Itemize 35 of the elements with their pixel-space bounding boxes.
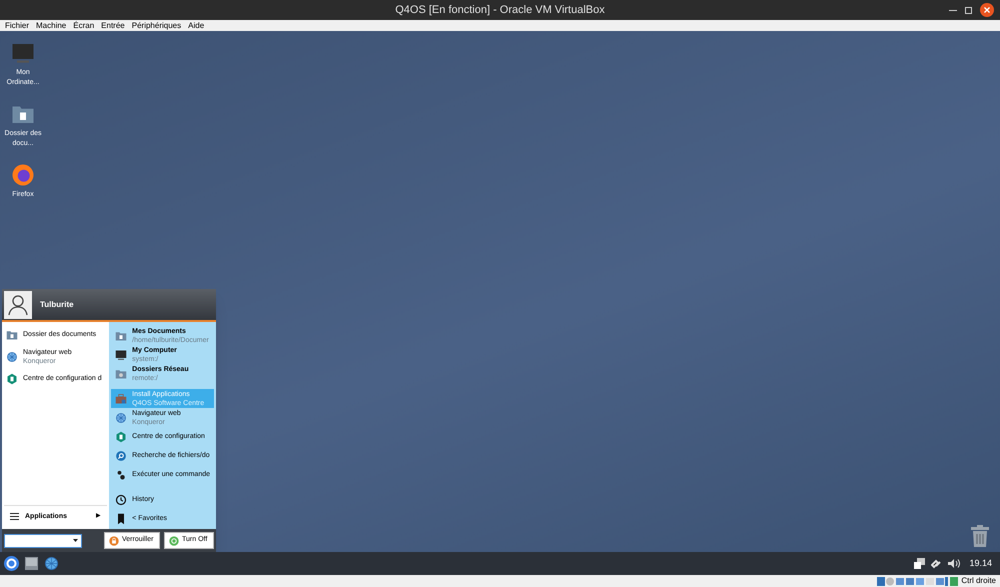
trash-icon[interactable]	[970, 525, 990, 547]
status-indicators-icon	[877, 576, 960, 586]
folder-icon	[115, 330, 128, 342]
menu-item[interactable]: Entrée	[101, 20, 125, 32]
menu-item[interactable]: Écran	[73, 20, 94, 32]
history-icon	[115, 494, 128, 506]
window-title: Q4OS [En fonction] - Oracle VM VirtualBox	[395, 2, 605, 18]
monitor-icon	[115, 348, 128, 360]
host-key-label: Ctrl droite	[961, 575, 996, 587]
search-combo-box[interactable]	[4, 534, 82, 548]
clock[interactable]: 19.14	[966, 556, 996, 570]
menu-item[interactable]: Fichier	[5, 20, 30, 32]
firefox-icon[interactable]	[11, 163, 35, 187]
volume-icon[interactable]	[948, 558, 960, 569]
power-icon	[169, 536, 179, 546]
user-avatar-icon	[4, 290, 32, 318]
config-icon	[6, 372, 18, 384]
globe-icon	[6, 350, 18, 362]
search-icon	[115, 450, 128, 462]
dropdown-caret-icon[interactable]	[73, 539, 78, 542]
menu-item[interactable]: Périphériques	[132, 20, 182, 32]
close-icon[interactable]	[980, 3, 994, 17]
start-button-icon[interactable]	[4, 556, 19, 571]
lock-icon	[109, 536, 119, 546]
user-name: Tulburite	[40, 298, 74, 310]
globe-icon	[115, 412, 128, 424]
folder-icon	[6, 328, 18, 340]
menu-item[interactable]: Aide	[188, 20, 204, 32]
windows-tray-icon[interactable]	[914, 558, 926, 569]
config-icon	[115, 430, 128, 442]
globe-icon[interactable]	[44, 556, 59, 571]
menu-item[interactable]: Machine	[36, 20, 66, 32]
maximize-icon[interactable]	[965, 6, 972, 14]
list-icon	[10, 513, 19, 520]
bag-icon	[115, 392, 128, 404]
